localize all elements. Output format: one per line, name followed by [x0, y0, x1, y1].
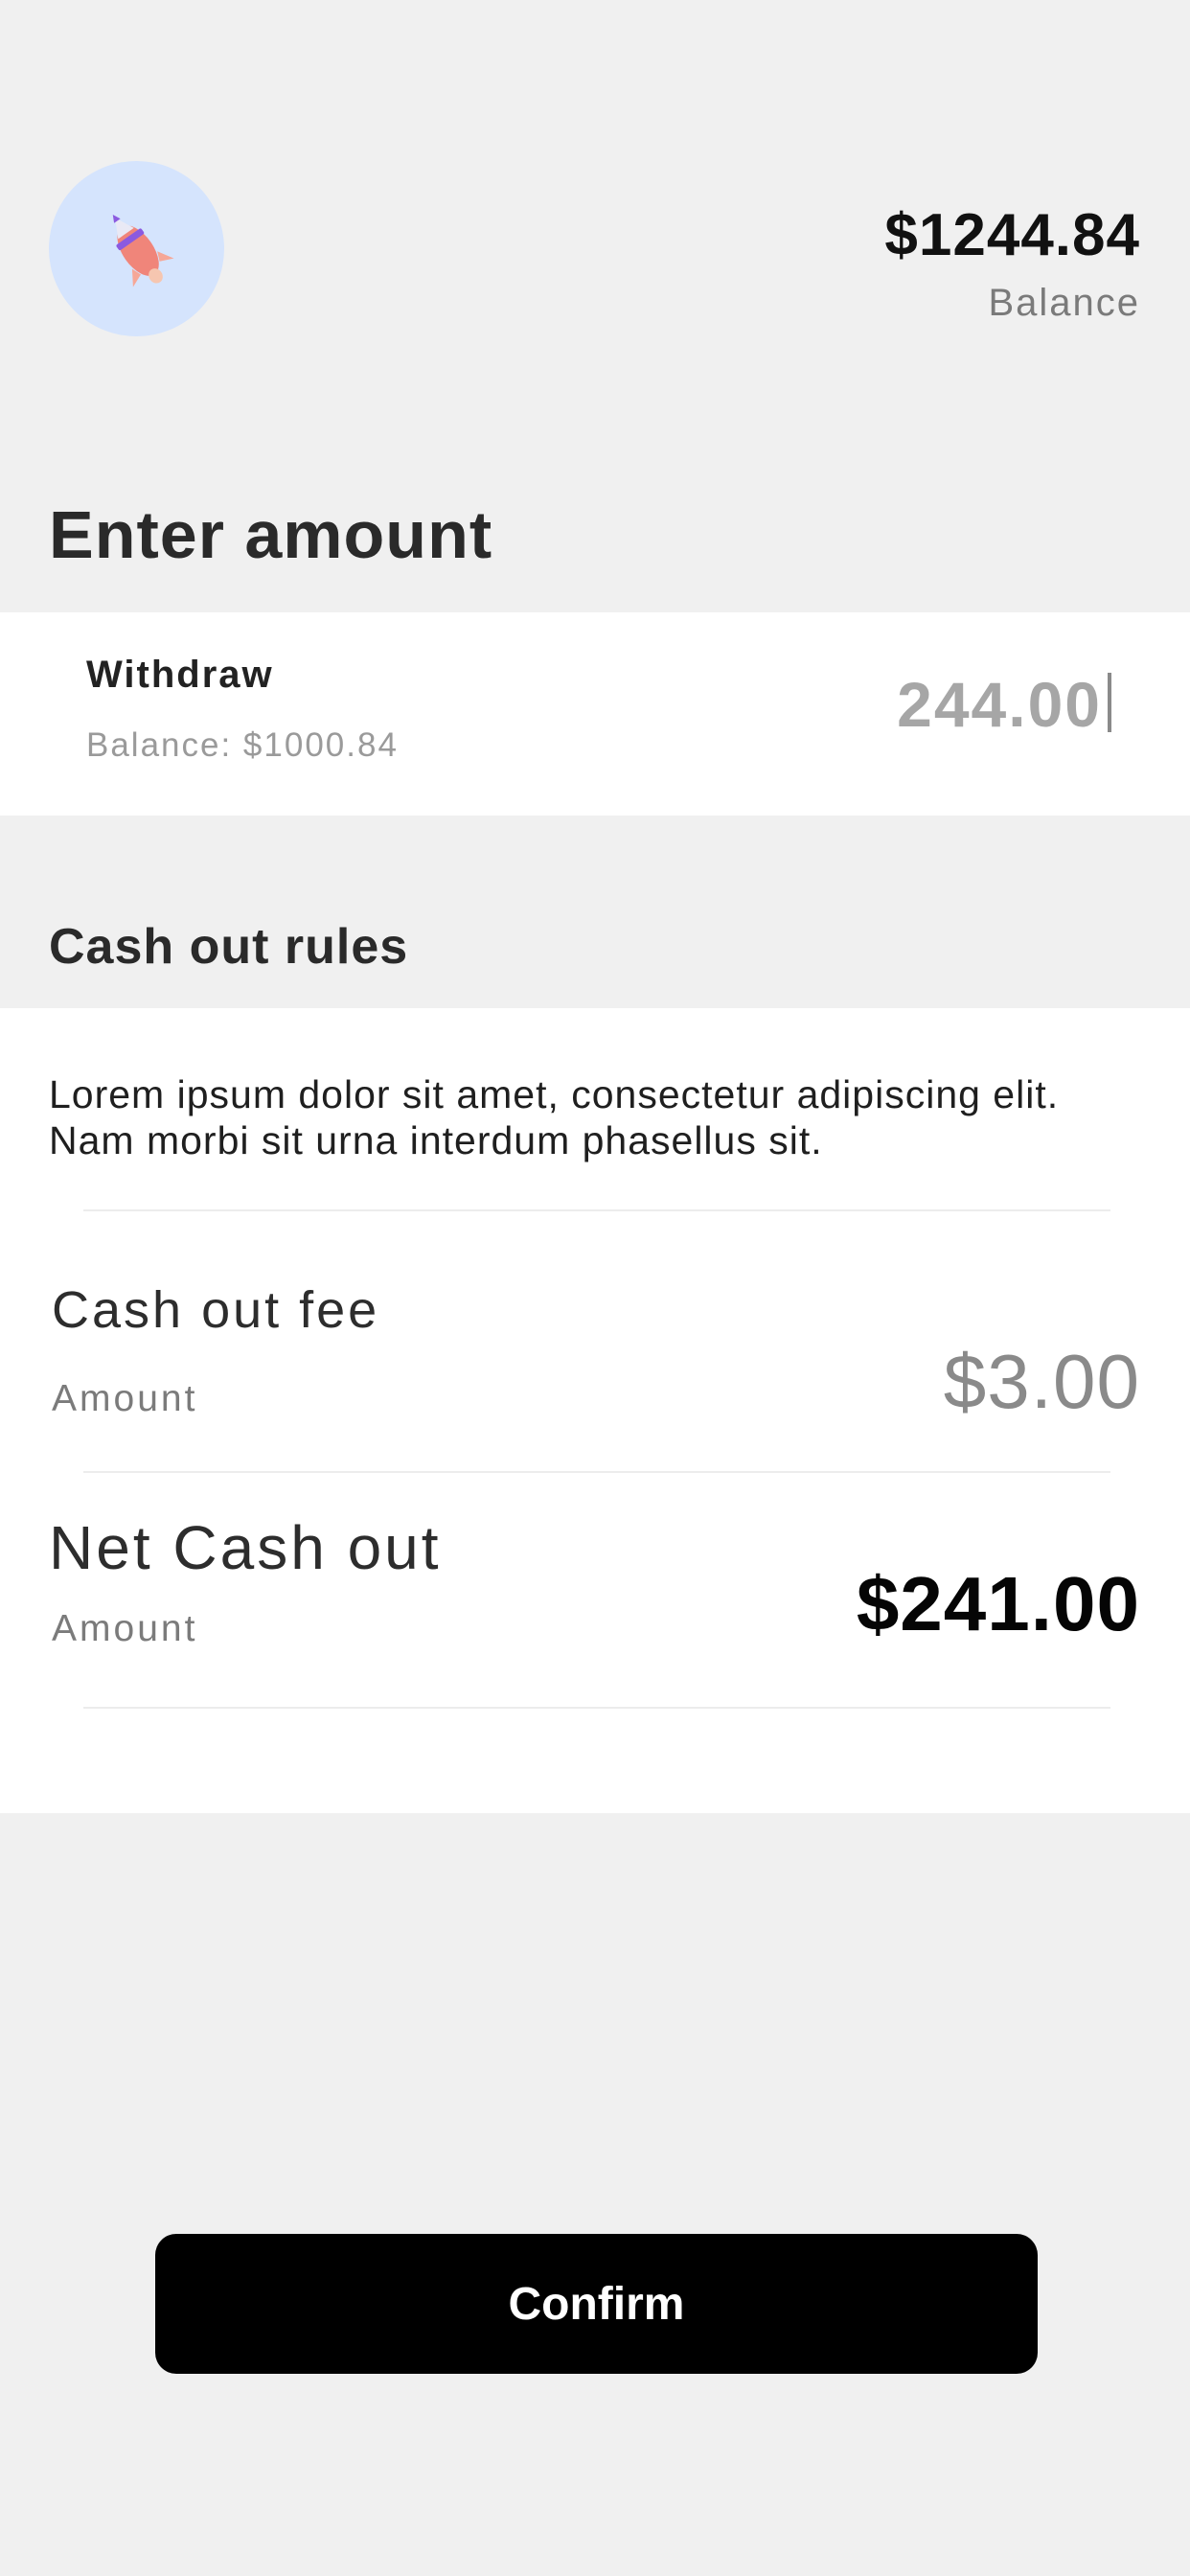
balance-label: Balance [988, 282, 1140, 324]
page: $1244.84 Balance Enter amount Withdraw B… [0, 0, 1190, 2576]
avatar[interactable] [49, 161, 224, 336]
net-cash-out-value: $241.00 [856, 1561, 1140, 1646]
balance-amount: $1244.84 [884, 202, 1140, 268]
divider [83, 1707, 1110, 1709]
divider [83, 1471, 1110, 1473]
text-caret [1108, 673, 1111, 732]
rocket-icon [112, 214, 174, 287]
rules-description: Lorem ipsum dolor sit amet, consectetur … [49, 1072, 1060, 1162]
amount-input[interactable] [757, 666, 1102, 743]
divider [83, 1209, 1110, 1211]
net-cash-out-label: Net Cash out [49, 1513, 442, 1582]
cash-out-fee-value: $3.00 [943, 1339, 1140, 1424]
confirm-button[interactable]: Confirm [155, 2234, 1038, 2374]
cash-out-fee-sublabel: Amount [52, 1378, 198, 1419]
enter-amount-title: Enter amount [49, 497, 493, 572]
cash-out-rules-title: Cash out rules [49, 919, 409, 975]
withdraw-balance: Balance: $1000.84 [86, 726, 399, 764]
cash-out-fee-label: Cash out fee [52, 1281, 380, 1339]
net-cash-out-sublabel: Amount [52, 1608, 198, 1649]
withdraw-label: Withdraw [86, 654, 274, 696]
